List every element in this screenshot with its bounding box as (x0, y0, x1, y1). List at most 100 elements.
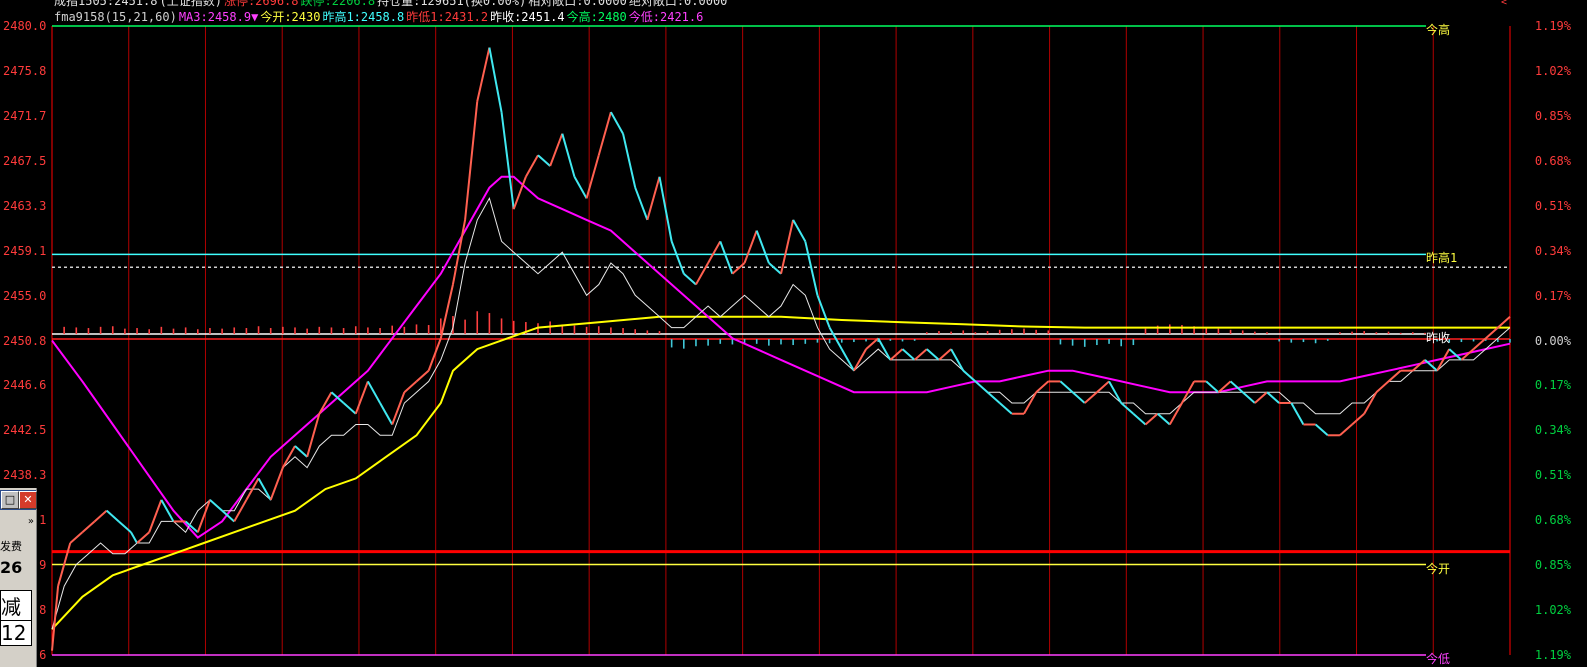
price-line-segment (1497, 316, 1511, 329)
price-line-segment (755, 230, 770, 264)
price-line-segment (81, 520, 96, 533)
price-line-segment (938, 348, 952, 361)
header-item: 今低:2421.6 (628, 10, 704, 24)
y-tick-left: 2455.0 (3, 288, 47, 303)
header-item: 相对敞口:0.0000 (528, 0, 627, 8)
price-line-segment (1035, 380, 1049, 393)
header-line-1: 成指1505:2451.8 (上证指数) 涨停:2696.8 跌停:2206.8 持仓量… (54, 0, 729, 7)
expand-toggle[interactable]: » (0, 516, 36, 530)
y-tick-right: 0.00% (1534, 333, 1571, 348)
price-line-segment (743, 230, 758, 264)
reference-label: 今低 (1426, 652, 1451, 666)
y-tick-right: 1.19% (1534, 19, 1571, 33)
y-tick-right: 1.02% (1534, 63, 1571, 78)
y-tick-left: 2475.8 (3, 63, 47, 78)
price-line-segment (403, 380, 418, 393)
price-line-segment (1290, 402, 1305, 426)
price-line-segment (1071, 391, 1086, 404)
price-line-segment (1339, 423, 1353, 437)
y-tick-right: 0.34% (1534, 243, 1571, 258)
price-line-segment (51, 585, 60, 651)
price-line-segment (1314, 423, 1329, 437)
header-item: 今开:2430 (260, 10, 321, 24)
price-line-segment (597, 111, 612, 156)
floating-order-panel[interactable]: □ ✕ » 发费 26 减 12 (0, 488, 37, 667)
header-item: (上证指数) (159, 0, 222, 8)
price-line-segment (69, 531, 84, 544)
price-line-segment (950, 348, 965, 372)
decrease-button[interactable]: 减 (0, 590, 32, 621)
price-line-segment (106, 509, 120, 523)
y-tick-right: 0.85% (1534, 558, 1571, 573)
y-tick-right: 0.68% (1534, 153, 1571, 168)
price-line-segment (1242, 391, 1256, 404)
price-line-segment (342, 402, 357, 415)
price-line-segment (1059, 380, 1074, 393)
header-item: 绝对敞口:0.0000 (628, 0, 728, 8)
reference-label: 今高 (1426, 23, 1451, 37)
header-item: 涨停:2696.8 (223, 0, 299, 8)
reference-label: 昨收 (1426, 331, 1451, 346)
price-line-segment (962, 369, 977, 383)
price-line-segment (354, 381, 369, 415)
price-line-segment (130, 531, 138, 544)
magenta-ma-line (51, 175, 1511, 539)
header-item: MA3:2458.9▼ (178, 10, 259, 24)
panel-value-2[interactable]: 12 (0, 620, 32, 646)
header-item: 今高:2480 (566, 10, 627, 24)
y-tick-right: 1.02% (1534, 603, 1571, 618)
price-line-segment (646, 176, 661, 221)
price-line-segment (840, 348, 855, 372)
price-line-segment (986, 391, 1001, 404)
price-line-segment (318, 391, 333, 415)
price-line-segment (464, 101, 479, 220)
price-line-segment (1254, 391, 1268, 404)
price-line-segment (683, 272, 697, 286)
price-line-segment (1485, 326, 1499, 340)
y-tick-left: 2480.0 (3, 19, 47, 33)
price-line-segment (719, 241, 734, 275)
header-line-2: fma9158(15,21,60) MA3:2458.9▼ 今开:2430 昨高1:2… (54, 11, 705, 23)
price-line-segment (768, 262, 782, 275)
price-line-segment (707, 240, 722, 264)
price-line-segment (524, 154, 539, 178)
y-tick-left: 2442.5 (3, 423, 47, 438)
price-line-segment (804, 241, 819, 296)
price-line-segment (1120, 402, 1135, 415)
y-tick-left: 2446.6 (3, 378, 47, 393)
price-line-segment (901, 348, 916, 361)
price-line-segment (537, 154, 551, 167)
y-tick-left: 2459.1 (3, 243, 47, 258)
y-tick-right: 0.17% (1534, 288, 1571, 303)
panel-value-1: 26 (0, 558, 23, 577)
price-line-segment (500, 112, 515, 210)
price-line-segment (1096, 380, 1110, 393)
price-line-segment (913, 348, 928, 361)
price-line-segment (1472, 337, 1487, 350)
price-line-segment (136, 531, 150, 544)
price-line-segment (974, 380, 989, 393)
y-tick-right: 0.85% (1534, 108, 1571, 123)
price-line-segment (209, 499, 223, 512)
y-tick-left: 2463.3 (3, 198, 47, 213)
header-item: 昨收:2451.4 (490, 10, 565, 24)
price-line-segment (415, 369, 430, 383)
price-line-segment (476, 47, 491, 102)
price-line-segment (561, 133, 576, 178)
price-line-segment (999, 402, 1013, 415)
header-item: 成指1505:2451.8 (54, 0, 158, 8)
price-line-segment (1144, 412, 1159, 426)
price-line-segment (1205, 380, 1220, 393)
price-line-segment (269, 467, 284, 501)
header-item: 跌停:2206.8 (300, 0, 376, 8)
corner-arrow-icon[interactable]: < (1501, 0, 1517, 8)
price-line-segment (549, 133, 564, 167)
price-line-segment (1108, 380, 1123, 404)
restore-icon[interactable]: □ (1, 491, 19, 509)
price-line-segment (367, 380, 381, 404)
header-item: fma9158(15,21,60) (54, 10, 177, 24)
header-item: 昨低1:2431.2 (406, 10, 489, 24)
close-icon[interactable]: ✕ (19, 491, 37, 509)
price-line-segment (257, 477, 272, 501)
price-line-segment (1351, 412, 1365, 426)
